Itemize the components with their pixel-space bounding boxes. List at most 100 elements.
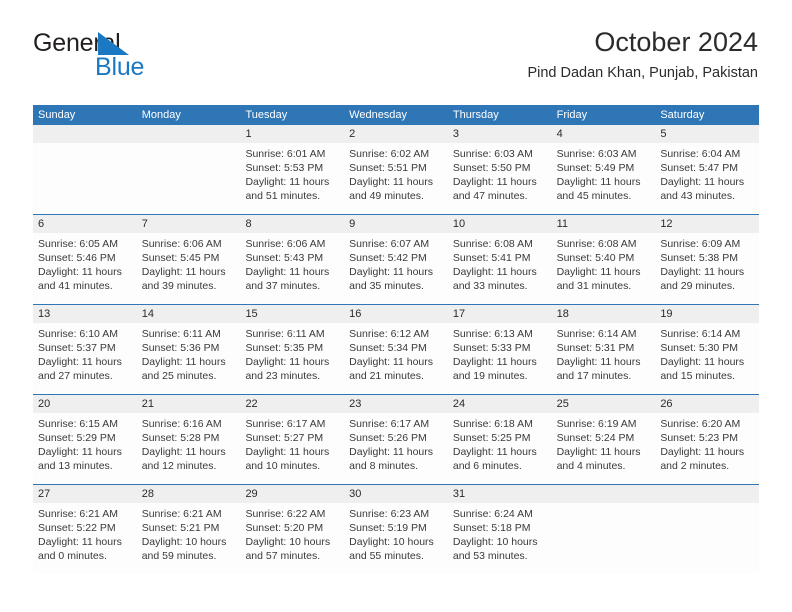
day-cell-empty (33, 125, 137, 214)
daylight-text: Daylight: 11 hours and 27 minutes. (38, 356, 122, 383)
day-cell[interactable]: 11 Sunrise: 6:08 AM Sunset: 5:40 PM Dayligh… (551, 215, 656, 304)
day-cell[interactable]: 4 Sunrise: 6:03 AM Sunset: 5:49 PM Daylight… (551, 125, 656, 214)
daylight-text: Daylight: 11 hours and 37 minutes. (245, 266, 330, 293)
general-blue-logo[interactable]: General Blue (33, 26, 223, 86)
day-sun-info: Sunrise: 6:14 AM Sunset: 5:30 PM Daylight:… (655, 323, 759, 383)
day-number: 27 (33, 485, 137, 503)
sunrise-text: Sunrise: 6:14 AM (660, 328, 741, 340)
day-cell[interactable]: 2 Sunrise: 6:02 AM Sunset: 5:51 PM Daylight… (344, 125, 448, 214)
day-sun-info: Sunrise: 6:23 AM Sunset: 5:19 PM Daylight:… (344, 503, 448, 563)
daylight-text: Daylight: 11 hours and 49 minutes. (349, 176, 434, 203)
daylight-text: Daylight: 10 hours and 59 minutes. (141, 536, 227, 563)
day-cell[interactable]: 8 Sunrise: 6:06 AM Sunset: 5:43 PM Daylight… (240, 215, 345, 304)
day-cell[interactable]: 5 Sunrise: 6:04 AM Sunset: 5:47 PM Daylight… (655, 125, 760, 214)
day-number: 8 (240, 215, 345, 233)
sunrise-text: Sunrise: 6:24 AM (452, 508, 533, 520)
day-cell[interactable]: 20 Sunrise: 6:15 AM Sunset: 5:29 PM Dayligh… (33, 395, 137, 484)
day-sun-info: Sunrise: 6:21 AM Sunset: 5:22 PM Daylight:… (33, 503, 137, 563)
day-cell[interactable]: 24 Sunrise: 6:18 AM Sunset: 5:25 PM Dayligh… (447, 395, 552, 484)
sunset-text: Sunset: 5:42 PM (349, 252, 427, 265)
day-number (136, 125, 241, 143)
day-sun-info: Sunrise: 6:03 AM Sunset: 5:49 PM Daylight:… (552, 143, 656, 203)
day-number: 2 (344, 125, 448, 143)
sunset-text: Sunset: 5:27 PM (245, 432, 324, 445)
day-sun-info: Sunrise: 6:07 AM Sunset: 5:42 PM Daylight:… (344, 233, 448, 293)
day-number: 22 (240, 395, 345, 413)
day-number: 16 (344, 305, 448, 323)
day-cell[interactable]: 22 Sunrise: 6:17 AM Sunset: 5:27 PM Dayligh… (240, 395, 345, 484)
day-number: 3 (447, 125, 552, 143)
week-row: 27 Sunrise: 6:21 AM Sunset: 5:22 PM Dayligh… (33, 485, 760, 574)
day-number (551, 485, 656, 503)
sunset-text: Sunset: 5:19 PM (349, 522, 427, 535)
day-cell[interactable]: 7 Sunrise: 6:06 AM Sunset: 5:45 PM Daylight… (136, 215, 241, 304)
day-cell[interactable]: 15 Sunrise: 6:11 AM Sunset: 5:35 PM Dayligh… (240, 305, 345, 394)
daylight-text: Daylight: 11 hours and 23 minutes. (245, 356, 330, 383)
day-cell[interactable]: 1 Sunrise: 6:01 AM Sunset: 5:53 PM Daylight… (240, 125, 345, 214)
day-cell[interactable]: 10 Sunrise: 6:08 AM Sunset: 5:41 PM Dayligh… (447, 215, 552, 304)
daylight-text: Daylight: 11 hours and 10 minutes. (245, 446, 330, 473)
day-cell[interactable]: 19 Sunrise: 6:14 AM Sunset: 5:30 PM Dayligh… (655, 305, 760, 394)
day-cell[interactable]: 31 Sunrise: 6:24 AM Sunset: 5:18 PM Dayligh… (447, 485, 552, 574)
sunset-text: Sunset: 5:37 PM (38, 342, 116, 355)
daylight-text: Daylight: 11 hours and 2 minutes. (660, 446, 745, 473)
sunrise-text: Sunrise: 6:22 AM (245, 508, 326, 520)
sunset-text: Sunset: 5:36 PM (141, 342, 220, 355)
daylight-text: Daylight: 11 hours and 15 minutes. (660, 356, 745, 383)
day-number: 25 (551, 395, 656, 413)
day-cell[interactable]: 9 Sunrise: 6:07 AM Sunset: 5:42 PM Daylight… (344, 215, 448, 304)
daylight-text: Daylight: 11 hours and 33 minutes. (452, 266, 537, 293)
day-sun-info: Sunrise: 6:02 AM Sunset: 5:51 PM Daylight:… (344, 143, 448, 203)
weekday-header-tuesday: Tuesday (245, 109, 288, 121)
day-sun-info: Sunrise: 6:22 AM Sunset: 5:20 PM Daylight:… (240, 503, 344, 563)
sunset-text: Sunset: 5:53 PM (245, 162, 324, 175)
day-cell[interactable]: 13 Sunrise: 6:10 AM Sunset: 5:37 PM Dayligh… (33, 305, 137, 394)
calendar-week: 1 Sunrise: 6:01 AM Sunset: 5:53 PM Daylight… (33, 125, 760, 214)
sunset-text: Sunset: 5:22 PM (38, 522, 116, 535)
day-cell[interactable]: 23 Sunrise: 6:17 AM Sunset: 5:26 PM Dayligh… (344, 395, 448, 484)
day-sun-info: Sunrise: 6:11 AM Sunset: 5:35 PM Daylight:… (240, 323, 344, 383)
day-number: 1 (240, 125, 345, 143)
week-row: 13 Sunrise: 6:10 AM Sunset: 5:37 PM Dayligh… (33, 305, 760, 394)
week-row: 6 Sunrise: 6:05 AM Sunset: 5:46 PM Daylight… (33, 215, 760, 304)
sunrise-text: Sunrise: 6:08 AM (556, 238, 637, 250)
day-sun-info: Sunrise: 6:11 AM Sunset: 5:36 PM Daylight:… (137, 323, 241, 383)
day-sun-info: Sunrise: 6:14 AM Sunset: 5:31 PM Daylight:… (552, 323, 656, 383)
sunset-text: Sunset: 5:20 PM (245, 522, 324, 535)
daylight-text: Daylight: 11 hours and 35 minutes. (349, 266, 434, 293)
day-cell[interactable]: 3 Sunrise: 6:03 AM Sunset: 5:50 PM Daylight… (447, 125, 552, 214)
sunset-text: Sunset: 5:45 PM (141, 252, 220, 265)
sunrise-text: Sunrise: 6:03 AM (452, 148, 533, 160)
day-cell[interactable]: 6 Sunrise: 6:05 AM Sunset: 5:46 PM Daylight… (33, 215, 137, 304)
day-sun-info: Sunrise: 6:19 AM Sunset: 5:24 PM Daylight:… (552, 413, 656, 473)
day-cell[interactable]: 25 Sunrise: 6:19 AM Sunset: 5:24 PM Dayligh… (551, 395, 656, 484)
day-sun-info: Sunrise: 6:05 AM Sunset: 5:46 PM Daylight:… (33, 233, 137, 293)
day-sun-info: Sunrise: 6:24 AM Sunset: 5:18 PM Daylight:… (448, 503, 552, 563)
day-number: 10 (447, 215, 552, 233)
day-cell[interactable]: 14 Sunrise: 6:11 AM Sunset: 5:36 PM Dayligh… (136, 305, 241, 394)
day-cell[interactable]: 30 Sunrise: 6:23 AM Sunset: 5:19 PM Dayligh… (344, 485, 448, 574)
daylight-text: Daylight: 11 hours and 43 minutes. (660, 176, 745, 203)
sunrise-text: Sunrise: 6:20 AM (660, 418, 741, 430)
weekday-header-thursday: Thursday (452, 109, 499, 121)
day-cell[interactable]: 21 Sunrise: 6:16 AM Sunset: 5:28 PM Dayligh… (136, 395, 241, 484)
day-sun-info: Sunrise: 6:01 AM Sunset: 5:53 PM Daylight:… (240, 143, 344, 203)
calendar-week: 6 Sunrise: 6:05 AM Sunset: 5:46 PM Daylight… (33, 214, 760, 304)
day-cell[interactable]: 29 Sunrise: 6:22 AM Sunset: 5:20 PM Dayligh… (240, 485, 345, 574)
day-cell[interactable]: 16 Sunrise: 6:12 AM Sunset: 5:34 PM Dayligh… (344, 305, 448, 394)
daylight-text: Daylight: 10 hours and 57 minutes. (245, 536, 331, 563)
day-cell[interactable]: 26 Sunrise: 6:20 AM Sunset: 5:23 PM Dayligh… (655, 395, 760, 484)
sunset-text: Sunset: 5:25 PM (452, 432, 531, 445)
day-cell[interactable]: 17 Sunrise: 6:13 AM Sunset: 5:33 PM Dayligh… (447, 305, 552, 394)
sunrise-text: Sunrise: 6:09 AM (660, 238, 741, 250)
day-cell[interactable]: 12 Sunrise: 6:09 AM Sunset: 5:38 PM Dayligh… (655, 215, 760, 304)
week-row: 1 Sunrise: 6:01 AM Sunset: 5:53 PM Daylight… (33, 125, 760, 214)
sunset-text: Sunset: 5:50 PM (452, 162, 531, 175)
day-cell[interactable]: 18 Sunrise: 6:14 AM Sunset: 5:31 PM Dayligh… (551, 305, 656, 394)
day-number: 29 (240, 485, 345, 503)
day-cell[interactable]: 28 Sunrise: 6:21 AM Sunset: 5:21 PM Dayligh… (136, 485, 241, 574)
sunset-text: Sunset: 5:46 PM (38, 252, 116, 265)
sunrise-text: Sunrise: 6:13 AM (452, 328, 533, 340)
sunset-text: Sunset: 5:21 PM (141, 522, 220, 535)
day-cell[interactable]: 27 Sunrise: 6:21 AM Sunset: 5:22 PM Dayligh… (33, 485, 137, 574)
